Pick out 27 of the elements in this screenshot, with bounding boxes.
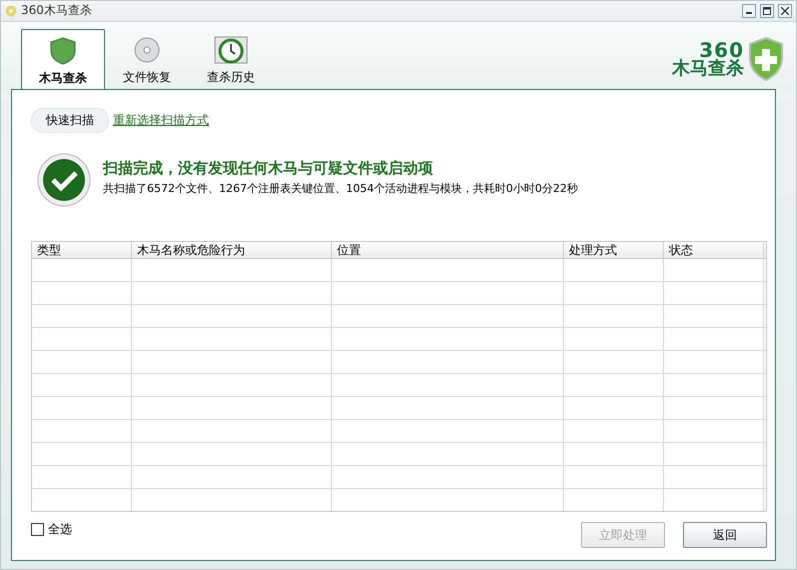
- clock-icon: [214, 35, 248, 65]
- tab[interactable]: 查杀历史: [189, 29, 273, 89]
- reselect-scan-link[interactable]: 重新选择扫描方式: [113, 112, 209, 129]
- window-title: 360木马查杀: [21, 2, 93, 20]
- result-title: 扫描完成，没有发现任何木马与可疑文件或启动项: [103, 159, 434, 178]
- minimize-button[interactable]: [742, 4, 756, 18]
- maximize-button[interactable]: [760, 4, 774, 18]
- close-button[interactable]: [778, 4, 792, 18]
- tab[interactable]: 文件恢复: [105, 29, 189, 89]
- column-header[interactable]: 状态: [664, 242, 764, 258]
- result-summary: 共扫描了6572个文件、1267个注册表关键位置、1054个活动进程与模块，共耗时0小时0分22秒: [103, 181, 578, 196]
- maximize-icon: [763, 6, 771, 15]
- column-header[interactable]: 类型: [32, 242, 132, 258]
- app-icon: [5, 4, 17, 17]
- logo-name: 木马查杀: [672, 60, 744, 78]
- column-header[interactable]: 位置: [332, 242, 564, 258]
- column-header[interactable]: 处理方式: [564, 242, 664, 258]
- shield-plus-icon: [748, 37, 784, 81]
- tab[interactable]: 木马查杀: [21, 29, 105, 90]
- column-header[interactable]: 木马名称或危险行为: [132, 242, 332, 258]
- select-all-checkbox[interactable]: [31, 522, 44, 536]
- checkmark-icon: [37, 153, 91, 207]
- select-all-label: 全选: [48, 520, 72, 538]
- logo-number: 360: [699, 40, 744, 60]
- back-button[interactable]: 返回: [683, 522, 767, 548]
- quick-scan-button[interactable]: 快速扫描: [31, 108, 109, 133]
- close-icon: [781, 6, 789, 15]
